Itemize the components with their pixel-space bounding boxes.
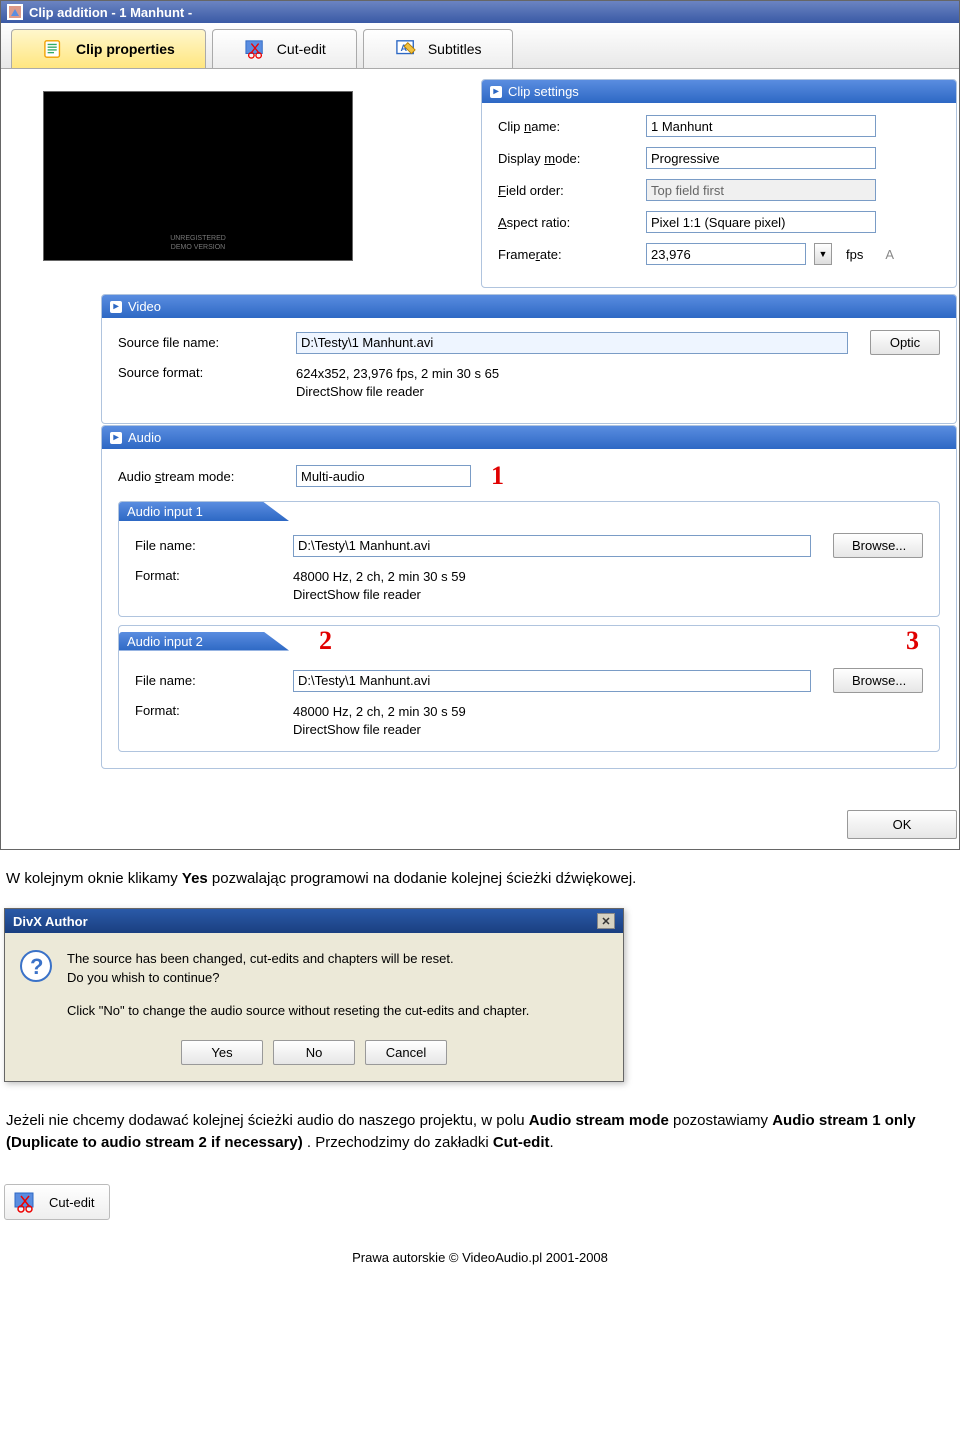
- question-icon: ?: [19, 949, 53, 983]
- field-order-label: Field order:: [498, 183, 638, 198]
- audio2-format-label: Format:: [135, 703, 285, 718]
- dialog-message: The source has been changed, cut-edits a…: [67, 949, 529, 1020]
- collapse-icon: ▸: [490, 86, 502, 98]
- audio-input-2-head[interactable]: Audio input 2: [119, 632, 289, 651]
- window-title: Clip addition - 1 Manhunt -: [29, 5, 192, 20]
- preview-watermark: UNREGISTEREDDEMO VERSION: [170, 234, 226, 252]
- video-option-button[interactable]: Optic: [870, 330, 940, 355]
- clip-settings-panel: ▸ Clip settings Clip name: Display mode:…: [481, 79, 957, 288]
- subtitles-icon: A: [394, 38, 418, 60]
- clip-name-input[interactable]: [646, 115, 876, 137]
- svg-text:?: ?: [30, 954, 43, 979]
- marker-1: 1: [491, 461, 504, 491]
- doc-paragraph-2: Jeżeli nie chcemy dodawać kolejnej ścież…: [6, 1110, 954, 1154]
- yes-button[interactable]: Yes: [181, 1040, 263, 1065]
- audio1-filename-input[interactable]: [293, 535, 811, 557]
- ok-button[interactable]: OK: [847, 810, 957, 839]
- audio1-filename-label: File name:: [135, 538, 285, 553]
- audio1-browse-button[interactable]: Browse...: [833, 533, 923, 558]
- ok-bar: OK: [101, 800, 957, 849]
- audio-input-1-panel: Audio input 1 File name: Browse... Forma…: [118, 501, 940, 617]
- panel-title: Clip settings: [508, 84, 579, 99]
- framerate-label: Framerate:: [498, 247, 638, 262]
- audio1-format-label: Format:: [135, 568, 285, 583]
- dialog-titlebar[interactable]: DivX Author ✕: [5, 909, 623, 933]
- app-icon: [7, 4, 23, 20]
- field-order-input: [646, 179, 876, 201]
- clip-name-label: Clip name:: [498, 119, 638, 134]
- no-button[interactable]: No: [273, 1040, 355, 1065]
- collapse-icon: ▸: [110, 432, 122, 444]
- audio2-filename-input[interactable]: [293, 670, 811, 692]
- source-file-input: [296, 332, 848, 354]
- source-format-label: Source format:: [118, 365, 288, 380]
- display-mode-label: Display mode:: [498, 151, 638, 166]
- audio1-format-value: 48000 Hz, 2 ch, 2 min 30 s 59 DirectShow…: [293, 568, 466, 604]
- cancel-button[interactable]: Cancel: [365, 1040, 447, 1065]
- audio-input-2-panel: Audio input 2 2 3 File name: Browse... F…: [118, 625, 940, 752]
- video-panel: ▸ Video Source file name: Optic Source f…: [101, 294, 957, 424]
- close-icon[interactable]: ✕: [597, 913, 615, 929]
- audio-input-1-head[interactable]: Audio input 1: [119, 502, 289, 521]
- fps-unit: fps: [846, 247, 863, 262]
- panel-head-video[interactable]: ▸ Video: [102, 295, 956, 318]
- tab-label: Subtitles: [428, 41, 482, 57]
- audio2-format-value: 48000 Hz, 2 ch, 2 min 30 s 59 DirectShow…: [293, 703, 466, 739]
- confirm-dialog: DivX Author ✕ ? The source has been chan…: [4, 908, 624, 1082]
- copyright-footer: Prawa autorskie © VideoAudio.pl 2001-200…: [0, 1250, 960, 1275]
- clip-addition-window: Clip addition - 1 Manhunt - Clip propert…: [0, 0, 960, 850]
- tab-label: Cut-edit: [277, 41, 326, 57]
- display-mode-input[interactable]: [646, 147, 876, 169]
- content-area: UNREGISTEREDDEMO VERSION ▸ Clip settings…: [1, 69, 959, 849]
- framerate-input[interactable]: [646, 243, 806, 265]
- collapse-icon: ▸: [110, 301, 122, 313]
- panel-title: Audio: [128, 430, 161, 445]
- titlebar[interactable]: Clip addition - 1 Manhunt -: [1, 1, 959, 23]
- framerate-dropdown-icon[interactable]: ▼: [814, 243, 832, 265]
- audio2-browse-button[interactable]: Browse...: [833, 668, 923, 693]
- cut-edit-label: Cut-edit: [49, 1195, 95, 1210]
- clip-properties-icon: [42, 38, 66, 60]
- source-file-label: Source file name:: [118, 335, 288, 350]
- cut-edit-small-button[interactable]: Cut-edit: [4, 1184, 110, 1220]
- source-format-value: 624x352, 23,976 fps, 2 min 30 s 65 Direc…: [296, 365, 499, 401]
- audio-stream-mode-input[interactable]: [296, 465, 471, 487]
- panel-head-clip-settings[interactable]: ▸ Clip settings: [482, 80, 956, 103]
- audio2-filename-label: File name:: [135, 673, 285, 688]
- audio-stream-mode-label: Audio stream mode:: [118, 469, 288, 484]
- ar-button-partial[interactable]: A: [885, 247, 894, 262]
- panel-head-audio[interactable]: ▸ Audio: [102, 426, 956, 449]
- doc-paragraph-1: W kolejnym oknie klikamy Yes pozwalając …: [6, 868, 954, 890]
- cut-edit-icon: [13, 1191, 37, 1213]
- aspect-ratio-input[interactable]: [646, 211, 876, 233]
- aspect-ratio-label: Aspect ratio:: [498, 215, 638, 230]
- tab-cut-edit[interactable]: Cut-edit: [212, 29, 357, 68]
- marker-3: 3: [906, 626, 919, 656]
- marker-2: 2: [319, 626, 332, 656]
- dialog-title-text: DivX Author: [13, 914, 88, 929]
- audio-panel: ▸ Audio Audio stream mode: 1 Audio input…: [101, 425, 957, 769]
- tab-clip-properties[interactable]: Clip properties: [11, 29, 206, 68]
- tab-label: Clip properties: [76, 41, 175, 57]
- preview-thumbnail: UNREGISTEREDDEMO VERSION: [43, 91, 353, 261]
- tab-bar: Clip properties Cut-edit A Subtitles: [1, 23, 959, 69]
- tab-subtitles[interactable]: A Subtitles: [363, 29, 513, 68]
- panel-title: Video: [128, 299, 161, 314]
- cut-edit-icon: [243, 38, 267, 60]
